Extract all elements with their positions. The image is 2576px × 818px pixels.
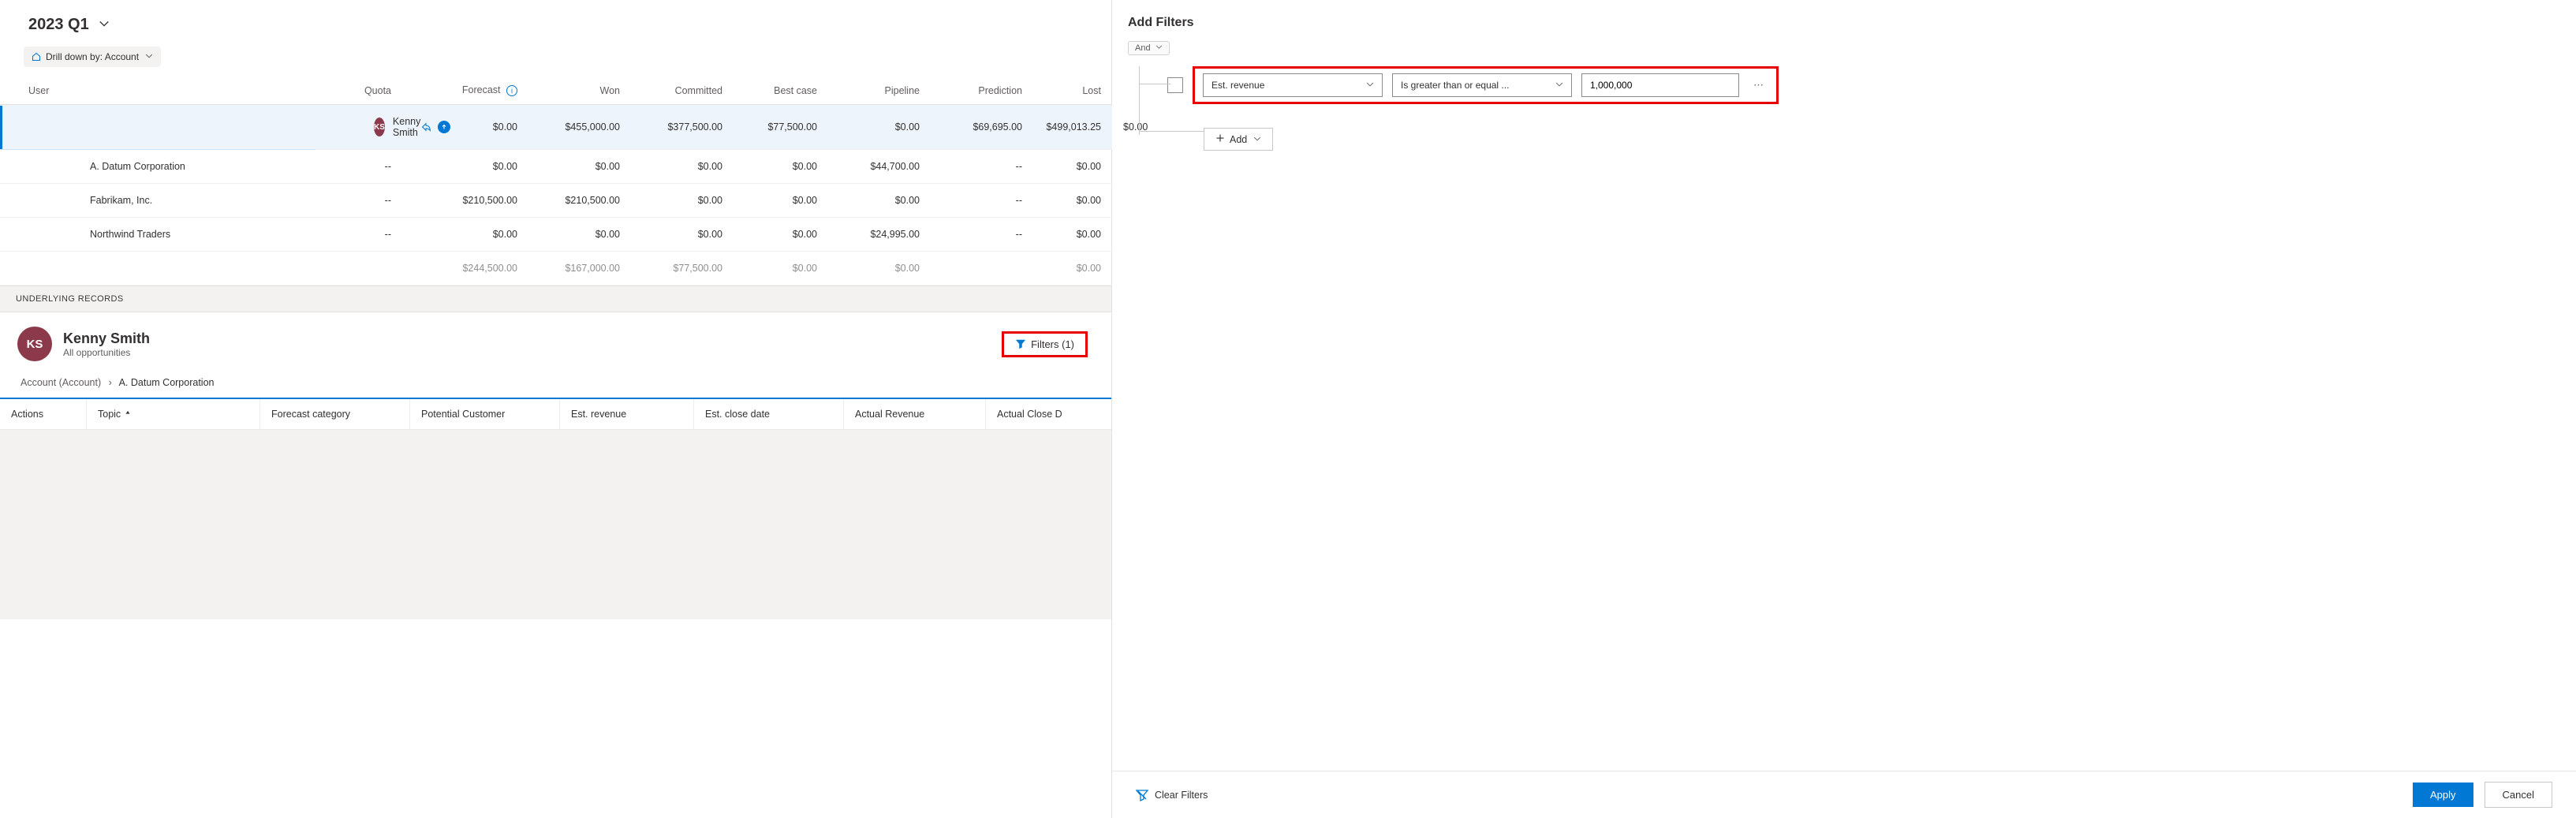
col-forecast-category[interactable]: Forecast category (260, 399, 410, 429)
breadcrumb: Account (Account) › A. Datum Corporation (0, 366, 1111, 399)
filter-condition-row: Est. revenue Is greater than or equal ..… (1193, 66, 1779, 104)
col-won[interactable]: Won (528, 77, 631, 105)
connector-line (1139, 66, 1140, 135)
filters-button[interactable]: Filters (1) (1002, 331, 1088, 357)
user-name: Kenny Smith (393, 116, 420, 138)
connector-line (1139, 131, 1204, 132)
apply-button[interactable]: Apply (2413, 783, 2473, 807)
col-lost[interactable]: Lost (1033, 77, 1112, 105)
chevron-down-icon (1366, 80, 1374, 91)
table-row[interactable]: A. Datum Corporation -- $0.00 $0.00 $0.0… (0, 150, 1112, 184)
col-user[interactable]: User (0, 77, 315, 105)
col-quota[interactable]: Quota (315, 77, 402, 105)
underlying-user-name: Kenny Smith (63, 331, 150, 347)
info-icon[interactable]: i (506, 85, 517, 96)
underlying-user-sub: All opportunities (63, 347, 150, 358)
filter-operator-select[interactable]: Is greater than or equal ... (1392, 73, 1572, 97)
clear-filters-button[interactable]: Clear Filters (1136, 789, 1208, 801)
table-row[interactable]: Fabrikam, Inc. -- $210,500.00 $210,500.0… (0, 184, 1112, 218)
col-committed[interactable]: Committed (631, 77, 734, 105)
sort-asc-icon (124, 409, 132, 420)
col-forecast[interactable]: Forecast i (402, 77, 528, 105)
more-icon[interactable]: ⋯ (1749, 79, 1768, 92)
cancel-button[interactable]: Cancel (2485, 782, 2552, 808)
group-operator-select[interactable]: And (1128, 41, 1170, 55)
drill-down-pill[interactable]: Drill down by: Account (24, 47, 161, 67)
table-row[interactable]: $244,500.00 $167,000.00 $77,500.00 $0.00… (0, 252, 1112, 286)
col-potential-customer[interactable]: Potential Customer (410, 399, 560, 429)
col-pipeline[interactable]: Pipeline (828, 77, 931, 105)
chevron-right-icon: › (109, 377, 112, 388)
col-prediction[interactable]: Prediction (931, 77, 1033, 105)
table-row[interactable]: Northwind Traders -- $0.00 $0.00 $0.00 $… (0, 218, 1112, 252)
add-filter-button[interactable]: Add (1204, 128, 1273, 151)
filter-field-select[interactable]: Est. revenue (1203, 73, 1383, 97)
col-actions[interactable]: Actions (0, 399, 87, 429)
avatar: KS (374, 118, 385, 136)
table-row[interactable]: KS Kenny Smith $0.00 $455,000.00 (0, 105, 1112, 150)
filter-value-input[interactable] (1581, 73, 1739, 97)
chevron-down-icon (1555, 80, 1563, 91)
funnel-icon (1015, 338, 1026, 349)
home-icon (32, 52, 41, 62)
col-bestcase[interactable]: Best case (734, 77, 828, 105)
share-icon[interactable] (420, 121, 431, 133)
filter-row-checkbox[interactable] (1167, 77, 1183, 93)
clear-filter-icon (1136, 789, 1148, 801)
chevron-down-icon (1155, 43, 1163, 53)
arrow-up-circle-icon[interactable] (438, 121, 450, 133)
period-selector[interactable]: 2023 Q1 (0, 0, 1111, 43)
period-label: 2023 Q1 (28, 16, 89, 34)
underlying-records-header: UNDERLYING RECORDS (0, 286, 1111, 312)
col-est-revenue[interactable]: Est. revenue (560, 399, 694, 429)
col-actual-revenue[interactable]: Actual Revenue (844, 399, 986, 429)
col-est-close-date[interactable]: Est. close date (694, 399, 844, 429)
col-topic[interactable]: Topic (87, 399, 260, 429)
forecast-table: User Quota Forecast i Won Committed Best… (0, 77, 1112, 286)
col-actual-close-date[interactable]: Actual Close D (986, 399, 1111, 429)
add-filters-title: Add Filters (1128, 16, 2544, 30)
avatar: KS (17, 327, 52, 361)
plus-icon (1215, 133, 1225, 145)
drill-label: Drill down by: Account (46, 51, 139, 62)
detail-grid-header: Actions Topic Forecast category Potentia… (0, 399, 1111, 430)
chevron-down-icon (1253, 134, 1261, 145)
breadcrumb-current: A. Datum Corporation (119, 377, 215, 388)
breadcrumb-root[interactable]: Account (Account) (21, 377, 101, 388)
chevron-down-icon (99, 16, 110, 34)
detail-grid-body (0, 430, 1111, 619)
chevron-down-icon (145, 51, 153, 62)
